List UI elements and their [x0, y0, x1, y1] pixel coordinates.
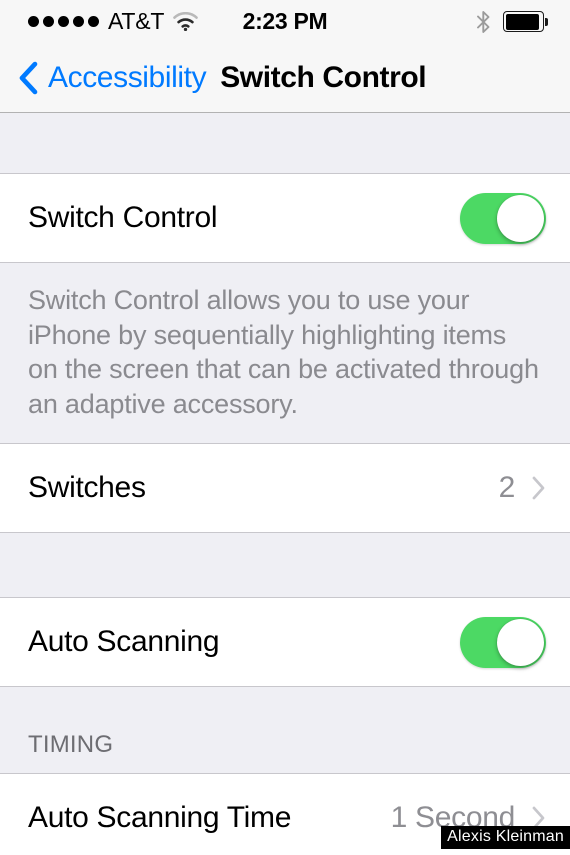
- row-switch-control[interactable]: Switch Control: [0, 174, 570, 262]
- chevron-right-icon: [532, 476, 546, 500]
- row-switches[interactable]: Switches 2: [0, 444, 570, 533]
- footer-description-switch-control: Switch Control allows you to use your iP…: [0, 263, 570, 444]
- row-auto-scanning[interactable]: Auto Scanning: [0, 598, 570, 687]
- status-bar: AT&T 2:23 PM: [0, 0, 570, 43]
- row-label-switches: Switches: [28, 471, 146, 505]
- group-switch-control: Switch Control: [0, 173, 570, 263]
- bluetooth-icon: [476, 10, 491, 33]
- section-spacer-1: [0, 533, 570, 598]
- clock-label: 2:23 PM: [242, 8, 328, 34]
- section-spacer-top: [0, 113, 570, 173]
- section-header-timing: TIMING: [0, 687, 570, 774]
- row-label-auto-scanning-time: Auto Scanning Time: [28, 801, 292, 835]
- back-button-label[interactable]: Accessibility: [48, 62, 207, 93]
- row-value-switches: 2: [498, 471, 516, 505]
- group-auto-scanning: Auto Scanning: [0, 597, 570, 688]
- navigation-bar: Accessibility Switch Control: [0, 43, 570, 113]
- row-label-switch-control: Switch Control: [28, 201, 218, 234]
- row-label-auto-scanning: Auto Scanning: [28, 625, 220, 659]
- toggle-auto-scanning[interactable]: [460, 616, 546, 668]
- group-switches: Switches 2: [0, 443, 570, 534]
- toggle-switch-control[interactable]: [460, 192, 546, 244]
- chevron-left-icon[interactable]: [18, 61, 38, 95]
- status-bar-right: [476, 0, 548, 43]
- photo-credit-watermark: Alexis Kleinman: [441, 826, 570, 849]
- page-title: Switch Control: [220, 60, 427, 94]
- battery-icon: [503, 11, 548, 32]
- iphone-screen: AT&T 2:23 PM Accessibility Switch Contro…: [0, 0, 570, 855]
